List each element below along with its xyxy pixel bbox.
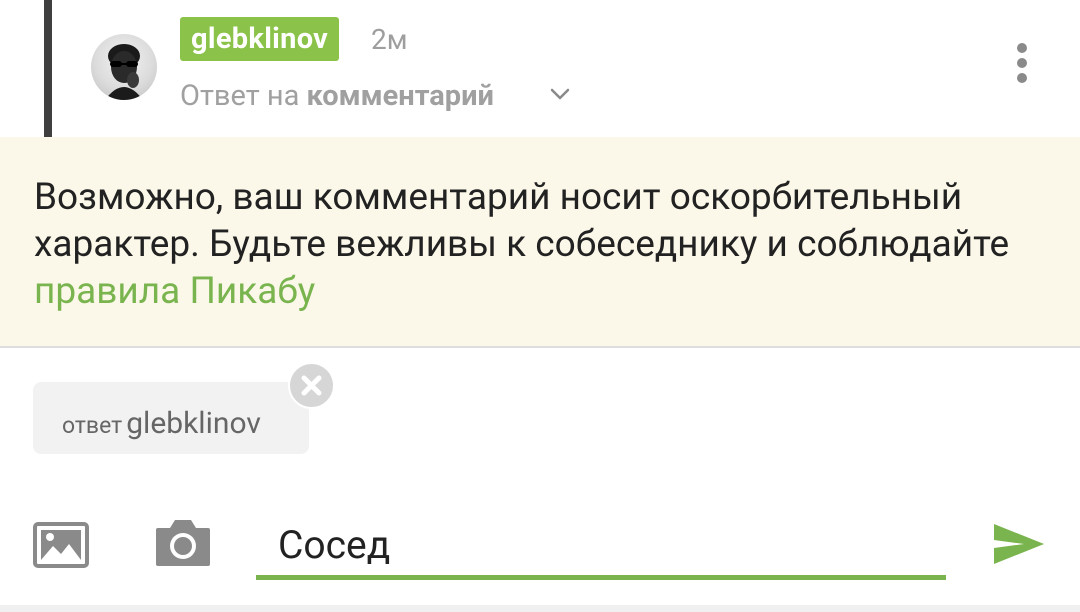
- reply-to-label[interactable]: Ответ на комментарий: [180, 78, 494, 114]
- avatar-image: [105, 44, 143, 100]
- comment-header: [0, 0, 1080, 137]
- close-icon[interactable]: [288, 362, 335, 409]
- warning-text: Возможно, ваш комментарий носит оскорбит…: [34, 174, 1064, 315]
- bottom-divider: [0, 605, 1080, 612]
- camera-icon[interactable]: [154, 516, 212, 572]
- image-icon[interactable]: [33, 522, 89, 572]
- chevron-down-icon[interactable]: [550, 86, 570, 105]
- reply-chip: ответ glebklinov: [33, 382, 309, 454]
- reply-chip-name: glebklinov: [126, 406, 261, 441]
- send-icon[interactable]: [992, 522, 1046, 570]
- comment-time: 2м: [371, 23, 408, 56]
- warning-message: Возможно, ваш комментарий носит оскорбит…: [34, 176, 1010, 266]
- rules-link[interactable]: правила Пикабу: [34, 270, 315, 313]
- more-vertical-icon[interactable]: [1010, 42, 1034, 86]
- thread-line: [44, 0, 52, 137]
- username-badge[interactable]: glebklinov: [180, 17, 340, 61]
- comment-input[interactable]: [256, 515, 946, 575]
- input-underline: [256, 575, 946, 580]
- reply-chip-label: ответ glebklinov: [62, 404, 261, 448]
- reply-chip-prefix: ответ: [62, 412, 123, 439]
- avatar[interactable]: [91, 34, 157, 100]
- reply-prefix: Ответ на: [180, 79, 300, 113]
- reply-target: комментарий: [306, 79, 494, 113]
